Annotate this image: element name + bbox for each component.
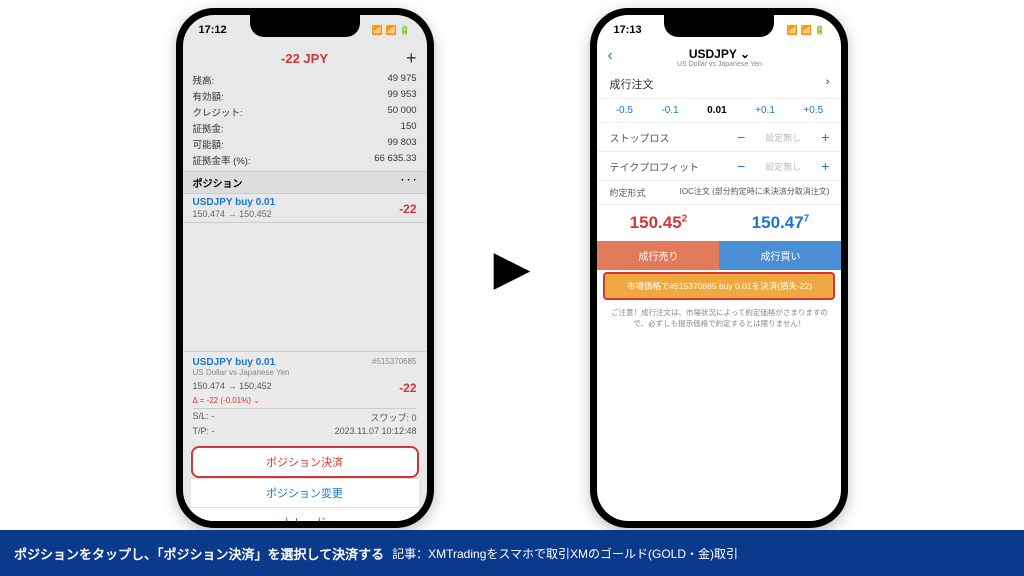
menu-modify-position[interactable]: ポジション変更 [191,478,419,507]
step-plus-01[interactable]: +0.1 [755,105,775,116]
account-table: 残高:49 975 有効額:99 953 クレジット:50 000 証拠金:15… [183,71,427,169]
phone-left: 17:12 📶 📶 🔋 -22 JPY + 残高:49 975 有効額:99 9… [176,8,434,528]
header: ‹ USDJPY ⌄ US Dollar vs Japanese Yen [597,45,841,70]
detail-id: #515370685 [372,357,417,366]
tp-value[interactable]: 設定無し [765,160,801,173]
settle-button[interactable]: 市場価格で#515370685 buy 0.01を決済(損失-22) [603,272,835,300]
prices: 150.452 150.477 [597,205,841,241]
sell-button[interactable]: 成行売り [597,241,719,270]
fill-type: 約定形式 IOC注文 (部分約定時に未決済分取消注文) [597,181,841,205]
action-menu: ポジション決済 ポジション変更 トレード チャート 一括操作... [191,446,419,521]
table-row: 証拠金:150 [193,120,417,136]
table-row: 可能額:99 803 [193,136,417,152]
screen-right: 17:13 📶 📶 🔋 ‹ USDJPY ⌄ US Dollar vs Japa… [597,15,841,521]
position-value: -22 [399,202,416,216]
footer: ポジションをタップし、「ポジション決済」を選択して決済する 記事：XMTradi… [0,530,1024,576]
table-row: クレジット:50 000 [193,104,417,120]
time: 17:13 [613,24,641,36]
buy-button[interactable]: 成行買い [719,241,841,270]
footer-right: 記事：XMTradingをスマホで取引XMのゴールド(GOLD・金)取引 [392,545,738,562]
symbol-sub: US Dollar vs Japanese Yen [607,61,831,68]
arrow-icon: ▶ [494,240,531,296]
sl-minus[interactable]: − [737,129,745,145]
order-type-select[interactable]: 成行注文 › [597,70,841,99]
trade-buttons: 成行売り 成行買い [597,241,841,270]
volume-stepper: -0.5 -0.1 0.01 +0.1 +0.5 [597,99,841,123]
section-header: ポジション · · · [183,171,427,194]
takeprofit-field: テイクプロフィット − 設定無し + [597,152,841,181]
menu-trade[interactable]: トレード [191,507,419,521]
header-pnl: -22 JPY [183,51,427,66]
add-button[interactable]: + [406,48,417,69]
table-row: 有効額:99 953 [193,88,417,104]
position-row[interactable]: USDJPY buy 0.01 150.474 → 150.452 -22 [183,194,427,223]
bid-price: 150.452 [597,205,719,241]
step-minus-05[interactable]: -0.5 [616,105,633,116]
tp-minus[interactable]: − [737,158,745,174]
step-current[interactable]: 0.01 [707,105,726,116]
detail-value: -22 [399,381,416,395]
header: -22 JPY + [183,45,427,71]
table-row: 残高:49 975 [193,72,417,88]
table-row: 証拠金率 (%):66 635.33 [193,152,417,168]
back-button[interactable]: ‹ [607,47,612,65]
stoploss-field: ストップロス − 設定無し + [597,123,841,152]
phone-right: 17:13 📶 📶 🔋 ‹ USDJPY ⌄ US Dollar vs Japa… [590,8,848,528]
notch [664,15,774,37]
footer-left: ポジションをタップし、「ポジション決済」を選択して決済する [14,544,384,563]
position-detail: USDJPY buy 0.01 #515370685 US Dollar vs … [183,351,427,442]
sl-value[interactable]: 設定無し [765,131,801,144]
screen-left: 17:12 📶 📶 🔋 -22 JPY + 残高:49 975 有効額:99 9… [183,15,427,521]
step-plus-05[interactable]: +0.5 [803,105,823,116]
detail-sub: US Dollar vs Japanese Yen [193,368,417,377]
position-prices: 150.474 → 150.452 [193,209,417,219]
menu-close-position[interactable]: ポジション決済 [191,446,419,478]
status-icons: 📶 📶 🔋 [372,25,411,36]
status-icons: 📶 📶 🔋 [787,25,826,36]
detail-delta: Δ = -22 (-0.01%) ⌄ [193,396,417,405]
detail-prices: 150.474 → 150.452 [193,381,272,395]
symbol-title[interactable]: USDJPY ⌄ [607,47,831,61]
warning-text: ご注意！成行注文は、市場状況によって約定価格がさまりますので、必ずしも提示価格で… [597,302,841,335]
time: 17:12 [199,24,227,36]
ask-price: 150.477 [719,205,841,241]
notch [250,15,360,37]
step-minus-01[interactable]: -0.1 [661,105,678,116]
sl-plus[interactable]: + [821,129,829,145]
position-title: USDJPY buy 0.01 [193,197,417,208]
tp-plus[interactable]: + [821,158,829,174]
